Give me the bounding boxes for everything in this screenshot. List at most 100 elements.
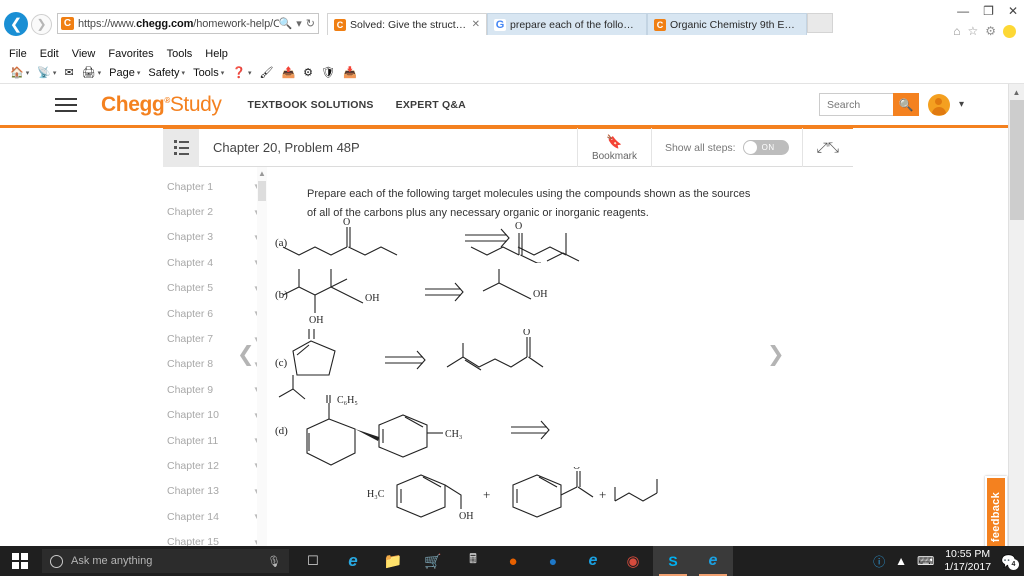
show-hidden-icons-chevron[interactable]: ▲: [895, 554, 907, 568]
scrollbar-thumb[interactable]: [1010, 100, 1024, 220]
avatar[interactable]: [927, 93, 950, 116]
taskbar-internet-explorer-active[interactable]: e: [693, 546, 733, 576]
atom-label-oh: OH: [459, 511, 473, 522]
sidebar-item-chapter-2[interactable]: Chapter 2▾: [163, 199, 266, 224]
search-box[interactable]: 🔍: [818, 93, 919, 116]
sidebar-item-chapter-10[interactable]: Chapter 10▾: [163, 403, 266, 428]
keyboard-icon[interactable]: ⌨: [917, 554, 934, 568]
hamburger-menu-icon[interactable]: [55, 97, 77, 112]
scrollbar-thumb[interactable]: [258, 181, 266, 201]
taskbar-file-explorer[interactable]: 📁: [373, 546, 413, 576]
refresh-icon[interactable]: ↻: [306, 17, 315, 30]
new-tab-button[interactable]: [807, 13, 833, 33]
cortana-search-box[interactable]: Ask me anything 🎙: [42, 549, 289, 573]
previous-problem-button[interactable]: ❮: [237, 342, 255, 367]
taskbar-calculator[interactable]: 🖩: [453, 546, 493, 576]
close-icon[interactable]: ✕: [472, 19, 480, 30]
safety-menu[interactable]: Safety ▾: [145, 67, 188, 79]
sidebar-item-chapter-1[interactable]: Chapter 1▾: [163, 174, 266, 199]
help-icon[interactable]: ❓ ▾: [229, 66, 254, 79]
browser-tab-2[interactable]: C Organic Chemistry 9th Edition ...: [647, 13, 807, 35]
addon-gear-icon[interactable]: ⚙: [300, 66, 316, 79]
addon-blue-icon[interactable]: 📤: [278, 66, 298, 79]
taskbar-store[interactable]: 🛒: [413, 546, 453, 576]
feeds-icon[interactable]: 📡 ▾: [34, 66, 59, 79]
feedback-label: feedback: [990, 491, 1002, 543]
restore-icon[interactable]: ❐: [983, 4, 994, 18]
menu-favorites[interactable]: Favorites: [108, 48, 153, 60]
nav-expert-qa[interactable]: EXPERT Q&A: [396, 99, 466, 111]
taskbar-edge[interactable]: e: [333, 546, 373, 576]
chegg-study-logo[interactable]: Chegg®Study: [101, 93, 222, 117]
show-all-steps[interactable]: Show all steps: ON: [650, 128, 802, 167]
sidebar-item-chapter-5[interactable]: Chapter 5▾: [163, 276, 266, 301]
browser-titlebar: ❮ ❯ C https://www.chegg.com/homework-hel…: [0, 0, 1024, 45]
chapter-label: Chapter 3: [167, 231, 214, 244]
chapter-label: Chapter 11: [167, 434, 219, 447]
notification-center-icon[interactable]: 💬4: [1001, 554, 1019, 570]
taskbar-firefox[interactable]: ●: [493, 546, 533, 576]
addon-purple-icon[interactable]: 📥: [340, 66, 360, 79]
sidebar-item-chapter-4[interactable]: Chapter 4▾: [163, 250, 266, 275]
chevron-down-icon[interactable]: ▾: [296, 17, 302, 30]
sidebar-item-chapter-11[interactable]: Chapter 11▾: [163, 428, 266, 453]
home-button[interactable]: 🏠 ▾: [7, 66, 32, 79]
sidebar-scrollbar[interactable]: ▲: [257, 167, 267, 564]
sidebar-item-chapter-6[interactable]: Chapter 6▾: [163, 301, 266, 326]
header-right: 🔍 ▾: [818, 93, 1024, 116]
search-input[interactable]: [818, 93, 893, 116]
taskbar-chrome[interactable]: ◉: [613, 546, 653, 576]
favorites-star-icon[interactable]: ☆: [967, 24, 978, 38]
sidebar-item-chapter-13[interactable]: Chapter 13▾: [163, 479, 266, 504]
browser-tab-0[interactable]: C Solved: Give the structure o... ✕: [327, 13, 487, 35]
fullscreen-button[interactable]: ⤢⤡: [801, 128, 853, 167]
show-all-steps-toggle[interactable]: ON: [742, 140, 789, 155]
chapter-label: Chapter 14: [167, 510, 219, 523]
addon-shield-icon[interactable]: 🛡: [318, 66, 338, 79]
menu-bar: File Edit View Favorites Tools Help: [0, 45, 1024, 62]
forward-button[interactable]: ❯: [31, 13, 52, 35]
cortana-icon: [50, 554, 63, 568]
toc-list-button[interactable]: [163, 128, 199, 167]
browser-tab-1[interactable]: G prepare each of the following t...: [487, 13, 647, 35]
gear-icon[interactable]: ⚙: [985, 24, 996, 38]
microphone-icon[interactable]: 🎙: [267, 555, 281, 568]
print-icon[interactable]: 🖨 ▾: [79, 66, 104, 79]
scroll-up-icon[interactable]: ▲: [1009, 84, 1024, 100]
close-window-icon[interactable]: ✕: [1008, 4, 1018, 18]
menu-help[interactable]: Help: [205, 48, 228, 60]
scroll-up-icon[interactable]: ▲: [258, 169, 266, 178]
page-menu[interactable]: Page ▾: [106, 67, 143, 79]
smiley-icon[interactable]: [1003, 24, 1016, 38]
nav-textbook-solutions[interactable]: TEXTBOOK SOLUTIONS: [248, 99, 374, 111]
chevron-down-icon[interactable]: ▾: [959, 99, 964, 110]
system-tray: ⓘ ▲ ⌨ 10:55 PM 1/17/2017 💬4: [873, 548, 1024, 574]
home-icon[interactable]: ⌂: [953, 24, 960, 38]
back-button[interactable]: ❮: [4, 12, 28, 36]
taskbar-skype[interactable]: S: [653, 546, 693, 576]
menu-edit[interactable]: Edit: [40, 48, 59, 60]
minimize-icon[interactable]: —: [957, 4, 969, 18]
search-icon[interactable]: 🔍: [279, 17, 293, 30]
taskbar-internet-explorer[interactable]: e: [573, 546, 613, 576]
mail-icon[interactable]: ✉: [61, 66, 76, 79]
bookmark-button[interactable]: 🔖 Bookmark: [576, 128, 651, 167]
start-button[interactable]: [0, 546, 40, 576]
addon-brush-icon[interactable]: 🖌: [256, 66, 276, 79]
sidebar-item-chapter-14[interactable]: Chapter 14▾: [163, 504, 266, 529]
menu-tools[interactable]: Tools: [167, 48, 193, 60]
sidebar-item-chapter-12[interactable]: Chapter 12▾: [163, 453, 266, 478]
menu-view[interactable]: View: [72, 48, 96, 60]
sidebar-item-chapter-9[interactable]: Chapter 9▾: [163, 377, 266, 402]
next-problem-button[interactable]: ❯: [767, 342, 785, 367]
sidebar-item-chapter-3[interactable]: Chapter 3▾: [163, 225, 266, 250]
help-circle-icon[interactable]: ⓘ: [873, 553, 885, 570]
task-view-button[interactable]: ☐: [293, 546, 333, 576]
clock[interactable]: 10:55 PM 1/17/2017: [944, 548, 991, 574]
address-bar[interactable]: C https://www.chegg.com/homework-help/Or…: [57, 13, 319, 34]
tools-menu[interactable]: Tools ▾: [190, 67, 227, 79]
taskbar-app-blue[interactable]: ●: [533, 546, 573, 576]
page-scrollbar[interactable]: ▲ ▼: [1008, 84, 1024, 564]
menu-file[interactable]: File: [9, 48, 27, 60]
search-button[interactable]: 🔍: [892, 93, 919, 116]
